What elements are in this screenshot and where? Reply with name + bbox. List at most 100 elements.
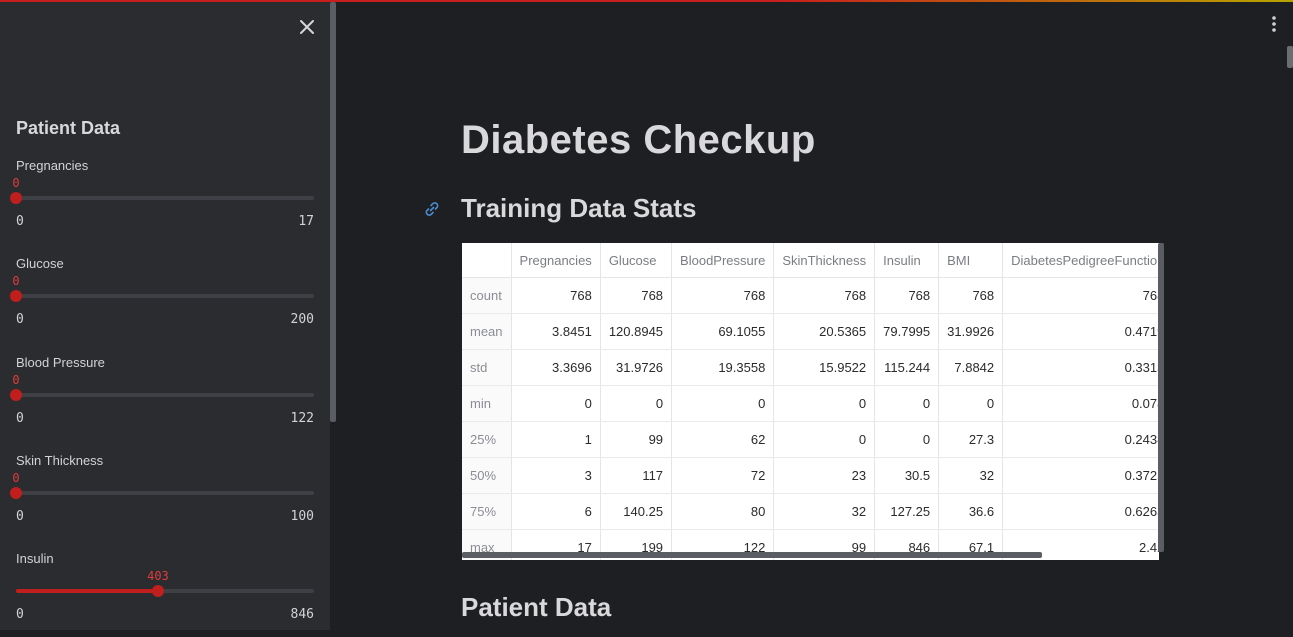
slider-skin-thickness[interactable]: Skin Thickness 0 0 100 <box>10 453 314 539</box>
stats-table: Pregnancies Glucose BloodPressure SkinTh… <box>462 243 1159 560</box>
table-cell[interactable]: 31.9926 <box>938 313 1004 350</box>
column-header[interactable]: DiabetesPedigreeFunction <box>1002 243 1159 278</box>
table-cell[interactable]: 0.2438 <box>1002 421 1159 458</box>
table-row: 50%3117722330.5320.3725 <box>462 457 1159 494</box>
slider-min: 0 <box>16 607 24 622</box>
table-row: min0000000.078 <box>462 385 1159 422</box>
table-cell[interactable]: 31.9726 <box>600 349 673 386</box>
anchor-link[interactable] <box>424 201 440 217</box>
table-cell[interactable]: 0 <box>773 421 876 458</box>
slider-thumb[interactable] <box>10 192 22 204</box>
section-title-training-stats: Training Data Stats <box>461 193 697 223</box>
slider-track[interactable] <box>10 389 314 401</box>
table-cell[interactable]: 32 <box>773 493 876 530</box>
slider-track[interactable] <box>10 290 314 302</box>
column-header <box>462 243 512 278</box>
table-row: 25%199620027.30.2438 <box>462 421 1159 458</box>
table-cell[interactable]: 117 <box>600 457 673 494</box>
table-cell[interactable]: 80 <box>671 493 775 530</box>
sidebar-scrollbar[interactable] <box>330 2 336 422</box>
slider-thumb[interactable] <box>10 389 22 401</box>
table-cell[interactable]: 768 <box>600 277 673 314</box>
table-cell[interactable]: 0 <box>938 385 1004 422</box>
kebab-menu-icon <box>1272 16 1276 32</box>
table-cell[interactable]: 0 <box>773 385 876 422</box>
table-cell[interactable]: 768 <box>773 277 876 314</box>
table-cell[interactable]: 0 <box>874 421 940 458</box>
table-cell[interactable]: 69.1055 <box>671 313 775 350</box>
slider-glucose[interactable]: Glucose 0 0 200 <box>10 256 314 342</box>
table-cell[interactable]: 140.25 <box>600 493 673 530</box>
table-cell[interactable]: 0.078 <box>1002 385 1159 422</box>
slider-track[interactable] <box>10 192 314 204</box>
slider-min: 0 <box>16 312 24 327</box>
column-header[interactable]: BloodPressure <box>671 243 775 278</box>
column-header[interactable]: Glucose <box>600 243 673 278</box>
table-cell[interactable]: 6 <box>511 493 601 530</box>
table-cell[interactable]: 0 <box>511 385 601 422</box>
table-cell[interactable]: 120.8945 <box>600 313 673 350</box>
table-cell[interactable]: 127.25 <box>874 493 940 530</box>
main-menu-button[interactable] <box>1266 14 1282 34</box>
row-label: 75% <box>462 493 512 530</box>
row-label: std <box>462 349 512 386</box>
table-cell[interactable]: 27.3 <box>938 421 1004 458</box>
table-cell[interactable]: 15.9522 <box>773 349 876 386</box>
table-cell[interactable]: 115.244 <box>874 349 940 386</box>
column-header[interactable]: SkinThickness <box>773 243 876 278</box>
close-sidebar-button[interactable] <box>296 16 318 38</box>
slider-insulin[interactable]: Insulin 403 0 846 <box>16 551 314 637</box>
table-cell[interactable]: 768 <box>1002 277 1159 314</box>
table-cell[interactable]: 3.3696 <box>511 349 601 386</box>
table-cell[interactable]: 768 <box>671 277 775 314</box>
table-cell[interactable]: 62 <box>671 421 775 458</box>
table-row: mean 3.8451 120.8945 69.1055 20.5365 79.7995 3… <box>462 313 1159 350</box>
slider-pregnancies[interactable]: Pregnancies 0 0 17 <box>10 158 314 244</box>
table-cell[interactable]: 0.4719 <box>1002 313 1159 350</box>
table-cell[interactable]: 768 <box>874 277 940 314</box>
slider-label: Glucose <box>16 256 64 271</box>
table-cell[interactable]: 32 <box>938 457 1004 494</box>
table-cell[interactable]: 3 <box>511 457 601 494</box>
row-label: 50% <box>462 457 512 494</box>
main-scrollbar[interactable] <box>1287 46 1293 68</box>
slider-track[interactable] <box>10 487 314 499</box>
table-row: std 3.3696 31.9726 19.3558 15.9522 115.244 7.8… <box>462 349 1159 386</box>
table-cell[interactable]: 0.3313 <box>1002 349 1159 386</box>
table-cell[interactable]: 30.5 <box>874 457 940 494</box>
table-cell[interactable]: 7.8842 <box>938 349 1004 386</box>
table-cell[interactable]: 3.8451 <box>511 313 601 350</box>
table-cell[interactable]: 0 <box>874 385 940 422</box>
table-cell[interactable]: 768 <box>938 277 1004 314</box>
table-cell[interactable]: 1 <box>511 421 601 458</box>
table-cell[interactable]: 768 <box>511 277 601 314</box>
table-cell[interactable]: 0.3725 <box>1002 457 1159 494</box>
slider-track[interactable] <box>16 585 314 597</box>
table-cell[interactable]: 19.3558 <box>671 349 775 386</box>
slider-blood-pressure[interactable]: Blood Pressure 0 0 122 <box>10 355 314 441</box>
table-cell[interactable]: 79.7995 <box>874 313 940 350</box>
slider-label: Skin Thickness <box>16 453 104 468</box>
slider-thumb[interactable] <box>151 585 164 597</box>
slider-thumb[interactable] <box>10 290 22 302</box>
table-cell[interactable]: 0.6263 <box>1002 493 1159 530</box>
table-cell[interactable]: 23 <box>773 457 876 494</box>
slider-thumb[interactable] <box>10 487 22 499</box>
row-label: 25% <box>462 421 512 458</box>
slider-value: 403 <box>147 569 169 583</box>
table-cell[interactable]: 20.5365 <box>773 313 876 350</box>
column-header[interactable]: Insulin <box>874 243 940 278</box>
stats-table-container[interactable]: Pregnancies Glucose BloodPressure SkinTh… <box>462 243 1159 560</box>
table-horizontal-scrollbar[interactable] <box>462 552 1042 558</box>
column-header[interactable]: BMI <box>938 243 1004 278</box>
table-cell[interactable]: 0 <box>600 385 673 422</box>
slider-label: Pregnancies <box>16 158 89 173</box>
row-label: mean <box>462 313 512 350</box>
table-cell[interactable]: 72 <box>671 457 775 494</box>
slider-fill <box>16 589 158 593</box>
table-cell[interactable]: 0 <box>671 385 775 422</box>
table-cell[interactable]: 99 <box>600 421 673 458</box>
table-cell[interactable]: 36.6 <box>938 493 1004 530</box>
table-vertical-edge <box>1158 243 1164 552</box>
column-header[interactable]: Pregnancies <box>511 243 601 278</box>
